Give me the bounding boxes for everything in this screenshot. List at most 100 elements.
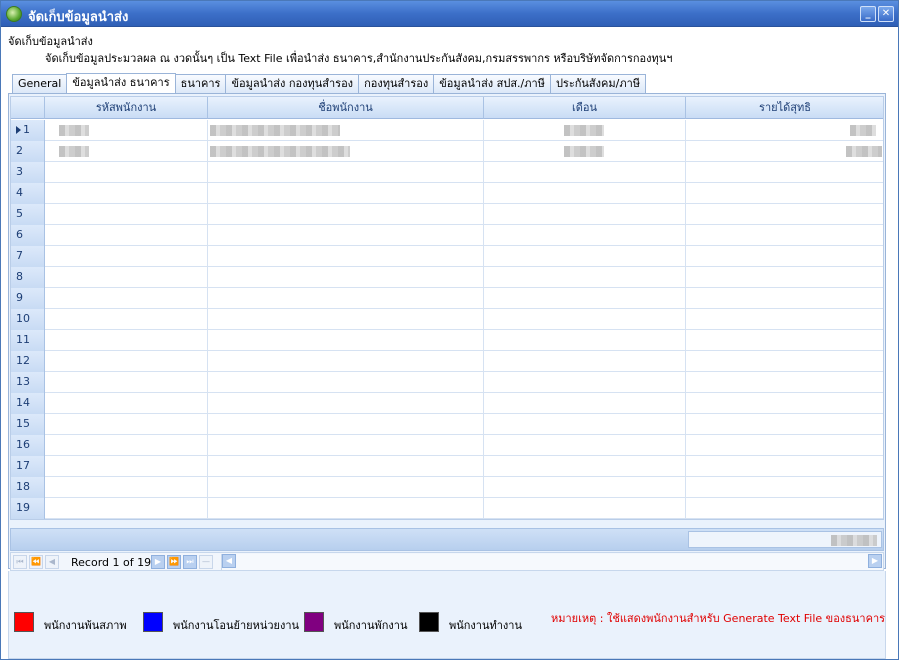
grid-cell[interactable]	[484, 267, 686, 288]
grid-cell[interactable]	[686, 204, 883, 225]
grid-cell[interactable]	[484, 477, 686, 498]
grid-cell[interactable]	[686, 372, 883, 393]
grid-cell[interactable]	[208, 351, 484, 372]
grid-cell[interactable]	[208, 288, 484, 309]
grid-cell[interactable]	[686, 183, 883, 204]
tab-provident-fund[interactable]: กองทุนสำรอง	[358, 74, 435, 93]
grid-cell[interactable]	[484, 225, 686, 246]
grid-cell[interactable]	[686, 330, 883, 351]
grid-cell[interactable]	[208, 183, 484, 204]
grid-cell[interactable]	[484, 246, 686, 267]
table-row[interactable]: 17	[11, 456, 883, 477]
grid-cell[interactable]	[208, 414, 484, 435]
tab-general[interactable]: General	[12, 74, 68, 93]
grid-cell[interactable]	[208, 225, 484, 246]
table-row[interactable]: 14	[11, 393, 883, 414]
delete-record-button[interactable]: —	[199, 555, 213, 569]
prev-page-button[interactable]: ⏪	[29, 555, 43, 569]
table-row[interactable]: 9	[11, 288, 883, 309]
column-header-net-income[interactable]: รายได้สุทธิ	[686, 97, 883, 119]
table-row[interactable]: 12	[11, 351, 883, 372]
grid-cell[interactable]	[686, 414, 883, 435]
grid-cell[interactable]	[208, 309, 484, 330]
table-row[interactable]: 2	[11, 141, 883, 162]
grid-cell[interactable]	[484, 141, 686, 162]
minimize-button[interactable]: _	[860, 6, 876, 22]
grid-cell[interactable]	[45, 246, 208, 267]
grid-cell[interactable]	[45, 162, 208, 183]
grid-cell[interactable]	[45, 477, 208, 498]
grid-cell[interactable]	[208, 267, 484, 288]
data-grid[interactable]: รหัสพนักงาน ชื่อพนักงาน เดือน รายได้สุทธ…	[10, 96, 884, 520]
table-row[interactable]: 3	[11, 162, 883, 183]
grid-cell[interactable]	[208, 141, 484, 162]
first-page-button[interactable]: ⏮	[13, 555, 27, 569]
table-row[interactable]: 18	[11, 477, 883, 498]
grid-cell[interactable]	[45, 225, 208, 246]
grid-cell[interactable]	[45, 330, 208, 351]
table-row[interactable]: 16	[11, 435, 883, 456]
grid-cell[interactable]	[45, 351, 208, 372]
grid-cell[interactable]	[208, 204, 484, 225]
grid-cell[interactable]	[45, 435, 208, 456]
grid-cell[interactable]	[208, 120, 484, 141]
scroll-right-button[interactable]: ▶	[868, 554, 882, 568]
grid-cell[interactable]	[45, 456, 208, 477]
grid-cell[interactable]	[686, 162, 883, 183]
table-row[interactable]: 19	[11, 498, 883, 519]
column-header-month[interactable]: เดือน	[484, 97, 686, 119]
grid-cell[interactable]	[484, 204, 686, 225]
grid-cell[interactable]	[484, 162, 686, 183]
last-page-button[interactable]: ⏭	[183, 555, 197, 569]
grid-cell[interactable]	[45, 183, 208, 204]
tab-social-security-tax-export-data[interactable]: ข้อมูลนำส่ง สปส./ภาษี	[433, 74, 551, 93]
grid-cell[interactable]	[45, 141, 208, 162]
grid-cell[interactable]	[484, 288, 686, 309]
table-row[interactable]: 6	[11, 225, 883, 246]
table-row[interactable]: 10	[11, 309, 883, 330]
grid-cell[interactable]	[484, 372, 686, 393]
prev-record-button[interactable]: ◀	[45, 555, 59, 569]
grid-cell[interactable]	[686, 393, 883, 414]
grid-cell[interactable]	[208, 162, 484, 183]
grid-cell[interactable]	[208, 456, 484, 477]
grid-cell[interactable]	[45, 372, 208, 393]
grid-cell[interactable]	[208, 372, 484, 393]
grid-cell[interactable]	[484, 120, 686, 141]
grid-cell[interactable]	[208, 246, 484, 267]
scroll-left-button[interactable]: ◀	[222, 554, 236, 568]
table-row[interactable]: 8	[11, 267, 883, 288]
grid-cell[interactable]	[45, 414, 208, 435]
grid-cell[interactable]	[484, 183, 686, 204]
grid-cell[interactable]	[484, 498, 686, 519]
grid-cell[interactable]	[208, 330, 484, 351]
table-row[interactable]: 1	[11, 120, 883, 141]
grid-cell[interactable]	[686, 498, 883, 519]
grid-cell[interactable]	[484, 435, 686, 456]
grid-cell[interactable]	[686, 351, 883, 372]
grid-cell[interactable]	[484, 414, 686, 435]
column-header-employee-id[interactable]: รหัสพนักงาน	[45, 97, 208, 119]
tab-bank[interactable]: ธนาคาร	[174, 74, 227, 93]
grid-cell[interactable]	[686, 435, 883, 456]
next-page-button[interactable]: ⏩	[167, 555, 181, 569]
column-header-employee-name[interactable]: ชื่อพนักงาน	[208, 97, 484, 119]
grid-cell[interactable]	[45, 204, 208, 225]
grid-cell[interactable]	[208, 393, 484, 414]
table-row[interactable]: 5	[11, 204, 883, 225]
grid-cell[interactable]	[686, 246, 883, 267]
grid-cell[interactable]	[686, 477, 883, 498]
tab-bank-export-data[interactable]: ข้อมูลนำส่ง ธนาคาร	[66, 73, 176, 93]
grid-cell[interactable]	[45, 498, 208, 519]
grid-cell[interactable]	[686, 225, 883, 246]
grid-cell[interactable]	[686, 456, 883, 477]
grid-cell[interactable]	[484, 330, 686, 351]
horizontal-scrollbar[interactable]: ◀ ▶	[221, 554, 883, 570]
table-row[interactable]: 4	[11, 183, 883, 204]
next-record-button[interactable]: ▶	[151, 555, 165, 569]
table-row[interactable]: 11	[11, 330, 883, 351]
grid-cell[interactable]	[208, 435, 484, 456]
grid-cell[interactable]	[484, 351, 686, 372]
grid-cell[interactable]	[686, 288, 883, 309]
grid-cell[interactable]	[45, 120, 208, 141]
